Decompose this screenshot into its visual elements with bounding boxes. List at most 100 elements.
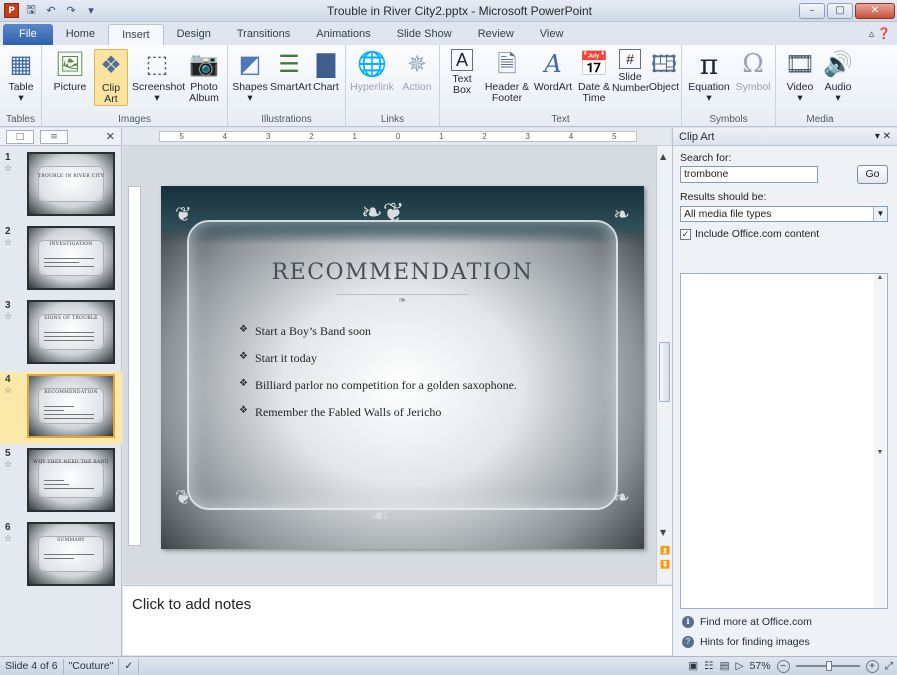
- picture-button[interactable]: 🖼 Picture: [50, 49, 90, 93]
- slideshow-view-icon[interactable]: ▷: [736, 660, 744, 672]
- checkmark-icon[interactable]: ✓: [680, 228, 691, 240]
- results-scrollbar[interactable]: ▲ ▼: [874, 274, 886, 608]
- zoom-level[interactable]: 57%: [750, 660, 771, 672]
- tab-review[interactable]: Review: [465, 24, 527, 45]
- zoom-slider[interactable]: [795, 661, 860, 671]
- equation-button[interactable]: π Equation ▾: [686, 49, 732, 104]
- chart-button[interactable]: ▇ Chart: [310, 49, 342, 93]
- smartart-button[interactable]: ☰ SmartArt: [270, 49, 311, 93]
- zoom-out-icon[interactable]: −: [776, 659, 790, 673]
- tab-file[interactable]: File: [3, 24, 53, 45]
- redo-icon[interactable]: ↷: [63, 3, 79, 19]
- undo-icon[interactable]: ↶: [43, 3, 59, 19]
- minimize-button[interactable]: –: [799, 2, 825, 19]
- audio-button[interactable]: 🔊 Audio ▾: [820, 49, 856, 104]
- clip-art-results-list[interactable]: ▲ ▼: [680, 273, 888, 609]
- transition-star-icon: ☆: [4, 238, 13, 248]
- clip-art-button[interactable]: ❖ Clip Art: [94, 49, 128, 106]
- date-time-button[interactable]: 📅 Date & Time: [574, 49, 614, 104]
- ruler-mark: 4: [568, 132, 574, 141]
- scroll-up-icon[interactable]: ▲: [660, 152, 666, 161]
- tab-design[interactable]: Design: [164, 24, 224, 45]
- slide-thumbnail-4[interactable]: 4 ☆ RECOMMENDATION: [0, 372, 122, 444]
- ruler-mark: 1: [352, 132, 357, 141]
- include-office-checkbox[interactable]: ✓ Include Office.com content: [680, 228, 819, 240]
- close-button[interactable]: ✕: [855, 2, 895, 19]
- scroll-thumb[interactable]: [659, 342, 670, 402]
- previous-slide-icon[interactable]: ⏫: [660, 546, 670, 555]
- slide-thumbnail-1[interactable]: 1 ☆ TROUBLE IN RIVER CITY: [0, 150, 122, 222]
- table-button[interactable]: ▦ Table ▾: [4, 49, 38, 104]
- tab-view[interactable]: View: [527, 24, 577, 45]
- slides-tab[interactable]: □: [6, 129, 34, 144]
- pane-close-icon[interactable]: ✕: [106, 130, 115, 143]
- vertical-ruler: [128, 186, 141, 546]
- pane-options-close-icon[interactable]: ▾ ✕: [875, 131, 891, 142]
- ornament-icon: ☙: [371, 503, 389, 527]
- tab-transitions[interactable]: Transitions: [224, 24, 303, 45]
- thumbnail-title: INVESTIGATION: [49, 242, 93, 247]
- media-type-select[interactable]: All media file types ▼: [680, 206, 888, 222]
- next-slide-icon[interactable]: ⏬: [660, 560, 670, 569]
- zoom-in-icon[interactable]: +: [865, 659, 879, 673]
- header-footer-button[interactable]: 🗎 Header & Footer: [484, 49, 530, 104]
- tab-slide-show[interactable]: Slide Show: [384, 24, 465, 45]
- slide-thumbnail-6[interactable]: 6 ☆ SUMMARY: [0, 520, 122, 592]
- slide-canvas[interactable]: ❦ ❧❦ ❧ ❦ ☙ ❧ RECOMMENDATION ❧ ❖ Start a B…: [161, 186, 644, 549]
- text-box-icon: A: [451, 49, 473, 71]
- reading-view-icon[interactable]: ▤: [720, 660, 730, 672]
- text-box-button[interactable]: A Text Box: [446, 49, 478, 96]
- title-divider: ❧: [336, 294, 469, 306]
- go-button[interactable]: Go: [857, 165, 888, 184]
- slide-sorter-icon[interactable]: ☷: [704, 660, 713, 672]
- slide-thumbnail-2[interactable]: 2 ☆ INVESTIGATION: [0, 224, 122, 296]
- action-button[interactable]: ✵ Action: [398, 49, 436, 93]
- omega-icon: Ω: [742, 48, 764, 79]
- photo-album-button[interactable]: 📷 Photo Album: [184, 49, 224, 104]
- editor-scrollbar[interactable]: ▲ ▼ ⏫ ⏬: [656, 146, 672, 584]
- window-controls: – □ ✕: [799, 2, 897, 19]
- slide-number: 2: [5, 226, 11, 237]
- include-office-label: Include Office.com content: [695, 228, 820, 240]
- powerpoint-logo-icon[interactable]: P: [4, 3, 19, 18]
- find-more-link[interactable]: ℹ Find more at Office.com: [682, 616, 812, 628]
- thumbnail-image: INVESTIGATION: [27, 226, 115, 290]
- thumbnail-title: SUMMARY: [57, 538, 85, 543]
- screenshot-button[interactable]: ⬚ Screenshot ▾: [132, 49, 185, 104]
- slide-thumbnail-5[interactable]: 5 ☆ WHY THEY NEED THE BAND: [0, 446, 122, 518]
- tab-insert[interactable]: Insert: [108, 24, 164, 45]
- slide-bullet-list[interactable]: ❖ Start a Boy’s Band soon ❖ Start it today…: [239, 324, 517, 432]
- object-button[interactable]: 🖽 Object: [648, 49, 680, 93]
- clip-art-search-input[interactable]: trombone: [680, 166, 818, 183]
- hyperlink-button[interactable]: 🌐 Hyperlink: [348, 49, 396, 93]
- horizontal-ruler: 5 4 3 2 1 0 1 2 3 4 5: [123, 128, 670, 146]
- customize-icon[interactable]: ▾: [83, 3, 99, 19]
- slide-title[interactable]: RECOMMENDATION: [161, 260, 644, 285]
- hints-link[interactable]: ? Hints for finding images: [682, 636, 810, 648]
- wordart-button[interactable]: A WordArt: [532, 49, 574, 93]
- group-images: 🖼 Picture ❖ Clip Art ⬚ Screenshot ▾ 📷 Pho…: [42, 45, 228, 127]
- ornament-icon: ❧: [613, 202, 630, 226]
- notes-pane[interactable]: Click to add notes: [123, 585, 672, 655]
- zoom-slider-thumb[interactable]: [825, 661, 832, 671]
- tab-home[interactable]: Home: [53, 24, 108, 45]
- slide-number-button[interactable]: # Slide Number: [612, 49, 649, 94]
- symbol-button[interactable]: Ω Symbol: [734, 49, 772, 93]
- outline-tab[interactable]: ≡: [40, 129, 68, 144]
- fit-to-window-icon[interactable]: ⤢: [885, 660, 893, 673]
- chevron-down-icon[interactable]: ▼: [873, 207, 887, 221]
- notes-placeholder[interactable]: Click to add notes: [132, 596, 251, 613]
- tab-animations[interactable]: Animations: [303, 24, 383, 45]
- slide-thumbnail-3[interactable]: 3 ☆ SIGNS OF TROUBLE: [0, 298, 122, 370]
- video-button[interactable]: 🎞 Video ▾: [782, 49, 818, 104]
- help-icon[interactable]: ▵ ❓: [869, 24, 897, 45]
- header-footer-icon: 🗎: [497, 50, 517, 78]
- save-icon[interactable]: 🖫: [23, 3, 39, 19]
- normal-view-icon[interactable]: ▣: [688, 660, 698, 672]
- shapes-button[interactable]: ◩ Shapes ▾: [232, 49, 268, 104]
- scroll-down-icon[interactable]: ▼: [660, 528, 666, 537]
- spellcheck-icon[interactable]: ✓: [119, 658, 140, 674]
- object-icon: 🖽: [650, 50, 678, 78]
- view-zoom-controls: ▣ ☷ ▤ ▷ 57% − + ⤢: [688, 659, 897, 673]
- maximize-button[interactable]: □: [827, 2, 853, 19]
